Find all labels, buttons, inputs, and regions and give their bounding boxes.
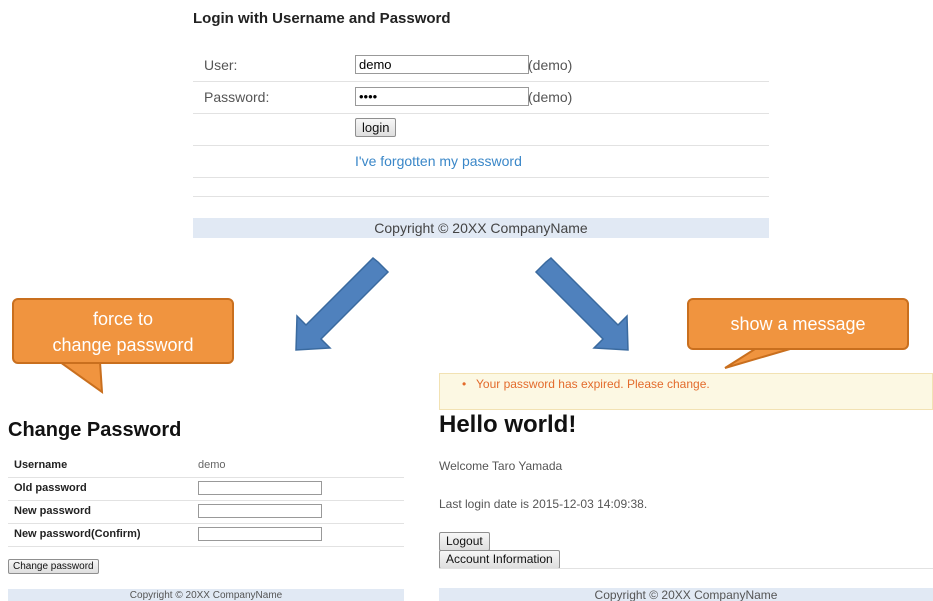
change-password-button[interactable]: Change password [8, 559, 99, 574]
username-value: demo [198, 459, 226, 471]
callout-right-tail [724, 348, 791, 369]
change-password-title: Change Password [8, 419, 182, 441]
expired-message-box: • Your password has expired. Please chan… [439, 373, 933, 410]
confirm-password-input[interactable] [198, 527, 322, 541]
arrow-left-icon [295, 256, 390, 351]
message-bullet: • [462, 377, 467, 391]
logout-button[interactable]: Logout [439, 532, 490, 551]
new-password-input[interactable] [198, 504, 322, 518]
hello-title: Hello world! [439, 411, 577, 438]
new-password-row: New password [8, 501, 404, 524]
new-password-label: New password [14, 505, 92, 517]
show-message-callout-text: show a message [730, 314, 866, 334]
arrow-right-icon [534, 256, 629, 351]
confirm-password-label: New password(Confirm) [14, 528, 141, 540]
force-change-callout-line1: force to [92, 309, 154, 329]
home-divider [439, 568, 933, 569]
expired-message-text: Your password has expired. Please change… [476, 377, 710, 391]
username-label: Username [14, 459, 68, 471]
home-footer: Copyright © 20XX CompanyName [439, 588, 933, 601]
confirm-password-row: New password(Confirm) [8, 524, 404, 547]
old-password-label: Old password [14, 482, 87, 494]
force-change-callout-line2: change password [52, 335, 194, 355]
force-change-callout: force to change password [12, 298, 234, 364]
last-login-text: Last login date is 2015-12-03 14:09:38. [439, 497, 648, 511]
change-password-footer: Copyright © 20XX CompanyName [8, 589, 404, 601]
welcome-text: Welcome Taro Yamada [439, 459, 563, 473]
account-information-button[interactable]: Account Information [439, 550, 560, 569]
old-password-input[interactable] [198, 481, 322, 495]
old-password-row: Old password [8, 478, 404, 501]
username-row: Username demo [8, 455, 404, 478]
callout-left-tail [56, 361, 104, 395]
show-message-callout: show a message [687, 298, 909, 350]
